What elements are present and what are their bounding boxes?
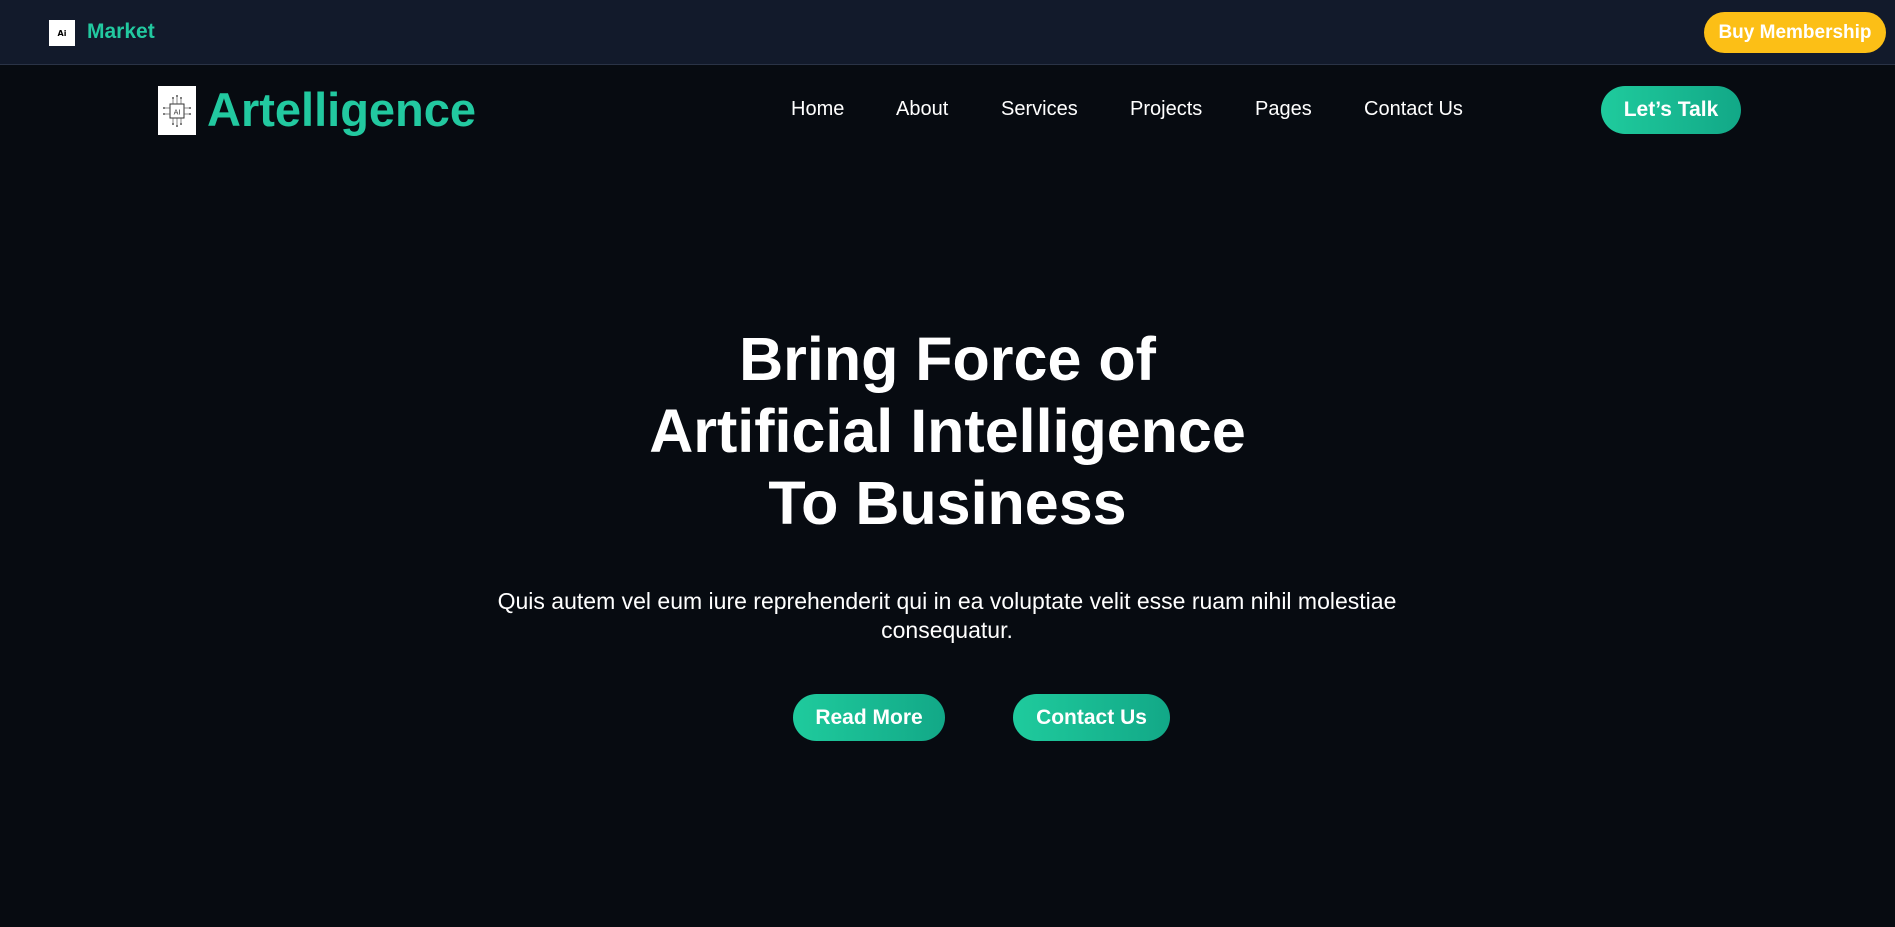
nav-item-contact-us[interactable]: Contact Us xyxy=(1364,96,1463,122)
nav-item-services[interactable]: Services xyxy=(1001,96,1078,122)
hero-title: Bring Force of Artificial Intelligence T… xyxy=(0,323,1895,539)
top-bar: Ai Market Buy Membership xyxy=(0,0,1895,65)
nav-item-pages[interactable]: Pages xyxy=(1255,96,1312,122)
market-link[interactable]: Market xyxy=(87,18,155,46)
read-more-button[interactable]: Read More xyxy=(793,694,945,741)
market-logo-icon[interactable]: Ai xyxy=(49,20,75,46)
hero-title-line-1: Bring Force of xyxy=(739,325,1156,393)
contact-us-button[interactable]: Contact Us xyxy=(1013,694,1170,741)
lets-talk-button[interactable]: Let’s Talk xyxy=(1601,86,1741,134)
nav-item-home[interactable]: Home xyxy=(791,96,844,122)
hero-subtitle: Quis autem vel eum iure reprehenderit qu… xyxy=(497,588,1397,643)
hero-title-line-3: To Business xyxy=(768,469,1127,537)
nav-item-projects[interactable]: Projects xyxy=(1130,96,1202,122)
nav-item-about[interactable]: About xyxy=(896,96,948,122)
buy-membership-button[interactable]: Buy Membership xyxy=(1704,12,1886,53)
hero-title-line-2: Artificial Intelligence xyxy=(649,397,1246,465)
